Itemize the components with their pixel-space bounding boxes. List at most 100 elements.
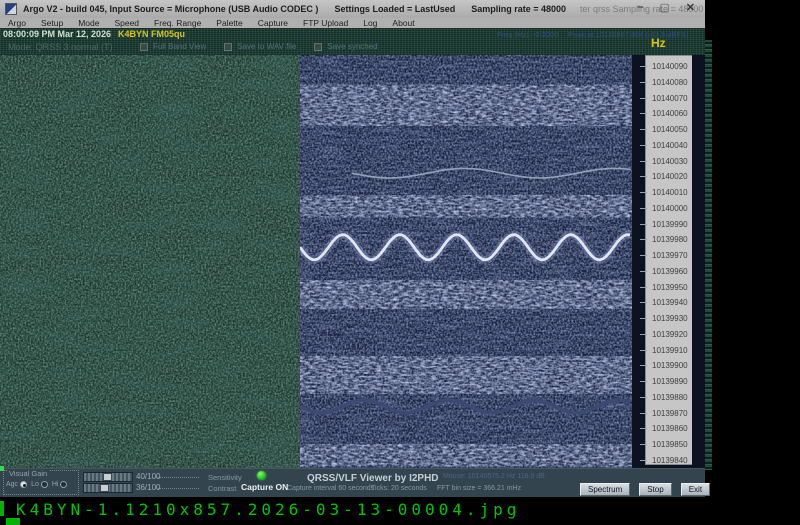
freq-scale-label: 10139910	[640, 345, 688, 355]
contrast-label: Contrast	[208, 484, 237, 493]
freq-scale-label: 10140010	[640, 188, 688, 198]
desktop-background: Argo V2 - build 045, Input Source = Micr…	[0, 0, 800, 525]
radio-icon[interactable]	[60, 481, 68, 488]
freq-scale-label: 10140080	[640, 77, 688, 87]
app-icon	[5, 3, 17, 15]
menu-item-freq-range[interactable]: Freq. Range	[154, 18, 201, 28]
freq-scale-panel: 10140090 10140080 10140070 10140060 10140050…	[640, 55, 692, 465]
fft-bin-info: FFT bin size = 366.21 mHz	[437, 485, 522, 492]
freq-scale-label: 10140040	[640, 140, 688, 150]
visual-gain-label: Visual Gain	[7, 469, 50, 478]
mode-label: Mode: QRSS 3 normal (T)	[8, 42, 113, 52]
status-row: 08:00:09 PM Mar 12, 2026 K4BYN FM05qu Fr…	[0, 28, 705, 39]
menu-item-capture[interactable]: Capture	[258, 18, 288, 28]
freq-scale-label: 10140000	[640, 203, 688, 213]
menu-item-setup[interactable]: Setup	[41, 18, 63, 28]
checkbox-save-to-wav-file[interactable]: Save to WAV file	[224, 42, 296, 51]
waterfall-display[interactable]	[0, 55, 632, 468]
radio-label: Lo	[31, 481, 39, 488]
bottom-buttons: Spectrum Stop Exit	[580, 483, 711, 496]
checkbox-icon[interactable]	[224, 42, 233, 51]
freq-scale-label: 10140060	[640, 109, 688, 119]
sensitivity-slider[interactable]	[83, 472, 133, 482]
minimize-icon[interactable]: –	[637, 1, 643, 14]
window-title: Argo V2 - build 045, Input Source = Micr…	[23, 4, 319, 14]
freq-scale-label: 10140090	[640, 62, 688, 71]
focus-dotted-line	[155, 477, 199, 478]
terminal-cursor	[6, 518, 20, 525]
terminal-artifact	[0, 466, 4, 471]
title-bar[interactable]: Argo V2 - build 045, Input Source = Micr…	[0, 0, 705, 18]
window-edge-noise	[705, 40, 712, 470]
menu-item-ftp-upload[interactable]: FTP Upload	[303, 18, 348, 28]
station-callsign: K4BYN FM05qu	[118, 29, 186, 39]
sensitivity-slider-thumb[interactable]	[103, 473, 113, 481]
peak-readout: Peak at 10139967.804 (-63.8 dBFS)	[568, 30, 689, 39]
contrast-slider[interactable]	[83, 483, 133, 493]
radio-lo[interactable]: Lo	[31, 481, 48, 488]
freq-scale-label: 10139940	[640, 298, 688, 308]
hz-unit-label: Hz	[651, 36, 666, 50]
radio-hi[interactable]: Hi	[52, 481, 68, 488]
menu-item-speed[interactable]: Speed	[114, 18, 139, 28]
freq-scale-label: 10139840	[640, 456, 688, 465]
mouse-readout: Mouse: 10140575.2 Hz 116.9 dB	[443, 473, 545, 480]
freq-scale-label: 10139930	[640, 314, 688, 324]
freq-scale-label: 10139980	[640, 235, 688, 245]
freq-scale-label: 10139890	[640, 377, 688, 387]
menu-item-log[interactable]: Log	[363, 18, 377, 28]
radio-label: Hi	[51, 481, 59, 488]
checkbox-label: Save to WAV file	[237, 42, 297, 51]
checkbox-label: Save synched	[327, 42, 378, 51]
contrast-slider-thumb[interactable]	[99, 484, 109, 492]
freq-scale-label: 10139960	[640, 266, 688, 276]
mode-row: Mode: QRSS 3 normal (T) Full Band View Sa…	[0, 39, 705, 55]
mode-checkboxes: Full Band View Save to WAV file Save synch…	[140, 42, 378, 51]
freq-scale-label: 10139900	[640, 361, 688, 371]
checkbox-save-synched[interactable]: Save synched	[314, 42, 378, 51]
ticks-info: Ticks: 20 seconds	[371, 485, 427, 492]
terminal-artifact	[0, 501, 4, 516]
radio-icon[interactable]	[40, 481, 48, 488]
freq-scale-label: 10139870	[640, 408, 688, 418]
capture-filename-text: K4BYN-1.1210x857.2026-03-13-00004.jpg	[16, 500, 521, 519]
freq-scale-label: 10140070	[640, 93, 688, 103]
checkbox-label: Full Band View	[153, 42, 207, 51]
freq-readout: Freq (Hz): -0.3000	[497, 30, 559, 39]
freq-scale-label: 10139850	[640, 440, 688, 450]
capture-interval: Capture interval 60 seconds	[287, 485, 375, 492]
capture-led-icon	[257, 471, 266, 480]
argo-window: Argo V2 - build 045, Input Source = Micr…	[0, 0, 711, 497]
freq-scale-label: 10139950	[640, 282, 688, 292]
checkbox-icon[interactable]	[314, 42, 323, 51]
freq-scale-label: 10140050	[640, 125, 688, 135]
menu-item-palette[interactable]: Palette	[216, 18, 242, 28]
settings-status: Settings Loaded = LastUsed	[334, 4, 456, 14]
radio-label: Agc	[6, 481, 19, 488]
freq-scale-label: 10139880	[640, 392, 688, 402]
close-icon[interactable]: ✕	[686, 1, 695, 14]
spectrum-button[interactable]: Spectrum	[580, 483, 631, 496]
radio-icon[interactable]	[20, 481, 28, 488]
freq-scale-label: 10139970	[640, 251, 688, 261]
capture-status: Capture ON	[241, 482, 289, 492]
menu-item-argo[interactable]: Argo	[8, 18, 26, 28]
waterfall-area: 10140090 10140080 10140070 10140060 10140050…	[0, 55, 705, 468]
exit-button[interactable]: Exit	[680, 483, 711, 496]
stop-button[interactable]: Stop	[639, 483, 672, 496]
checkbox-icon[interactable]	[140, 42, 148, 51]
radio-agc[interactable]: Agc	[6, 481, 28, 488]
visual-gain-group: Visual Gain Agc Lo Hi	[3, 469, 79, 495]
sampling-rate: Sampling rate = 48000	[471, 4, 567, 14]
menu-bar: Argo Setup Mode Speed Freq. Range Palette Capt…	[0, 18, 705, 28]
app-brand: QRSS/VLF Viewer by I2PHD	[307, 473, 439, 484]
freq-scale-label: 10140020	[640, 172, 688, 182]
maximize-icon[interactable]: ▢	[659, 1, 669, 14]
menu-item-mode[interactable]: Mode	[78, 18, 99, 28]
checkbox-full-band-view[interactable]: Full Band View	[140, 42, 206, 51]
menu-item-about[interactable]: About	[392, 18, 414, 28]
freq-scale-label: 10140030	[640, 156, 688, 166]
focus-dotted-line	[155, 488, 199, 489]
sensitivity-label: Sensitivity	[208, 473, 242, 482]
freq-scale-label: 10139990	[640, 219, 688, 229]
